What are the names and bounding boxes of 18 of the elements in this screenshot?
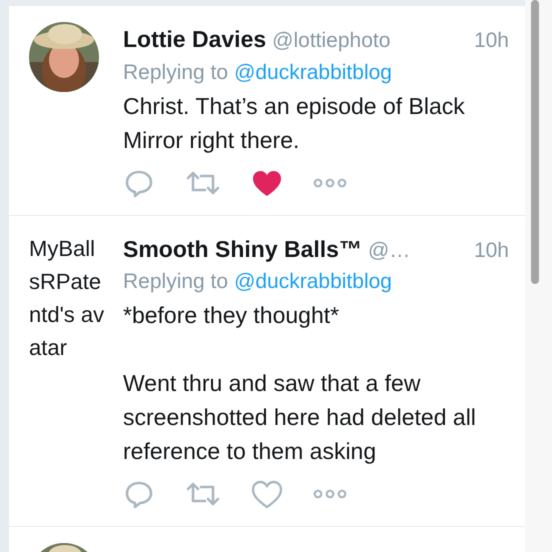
replying-label: Replying to (123, 269, 228, 295)
author-handle[interactable]: @… (368, 234, 410, 266)
author-name[interactable]: Smooth Shiny Balls™ (123, 232, 362, 266)
avatar-alt-text: MyBallsRPatentd's avatar (29, 234, 105, 362)
tweet-text: Went thru and saw that a few screenshotted here had deleted all reference to them asking (123, 369, 477, 466)
more-icon[interactable] (313, 488, 347, 500)
mention-link[interactable]: @duckrabbitblog (234, 56, 392, 88)
replying-label: Replying to (123, 60, 228, 86)
author-handle[interactable]: @lottiephoto (272, 25, 390, 56)
scrollbar-thumb[interactable] (531, 0, 539, 284)
more-icon[interactable] (313, 176, 347, 188)
author-name[interactable]: Lottie Davies (123, 22, 266, 56)
mention-link[interactable]: @duckrabbitblog (234, 266, 392, 298)
heart-icon[interactable] (251, 478, 283, 510)
tweet-time[interactable]: 10h (474, 25, 509, 56)
tweet-text: *before they thought* (123, 301, 340, 330)
tweet-time[interactable]: 10h (474, 234, 509, 266)
tweet-text: Christ. That’s an episode of Black Mirror right there. (123, 92, 466, 155)
